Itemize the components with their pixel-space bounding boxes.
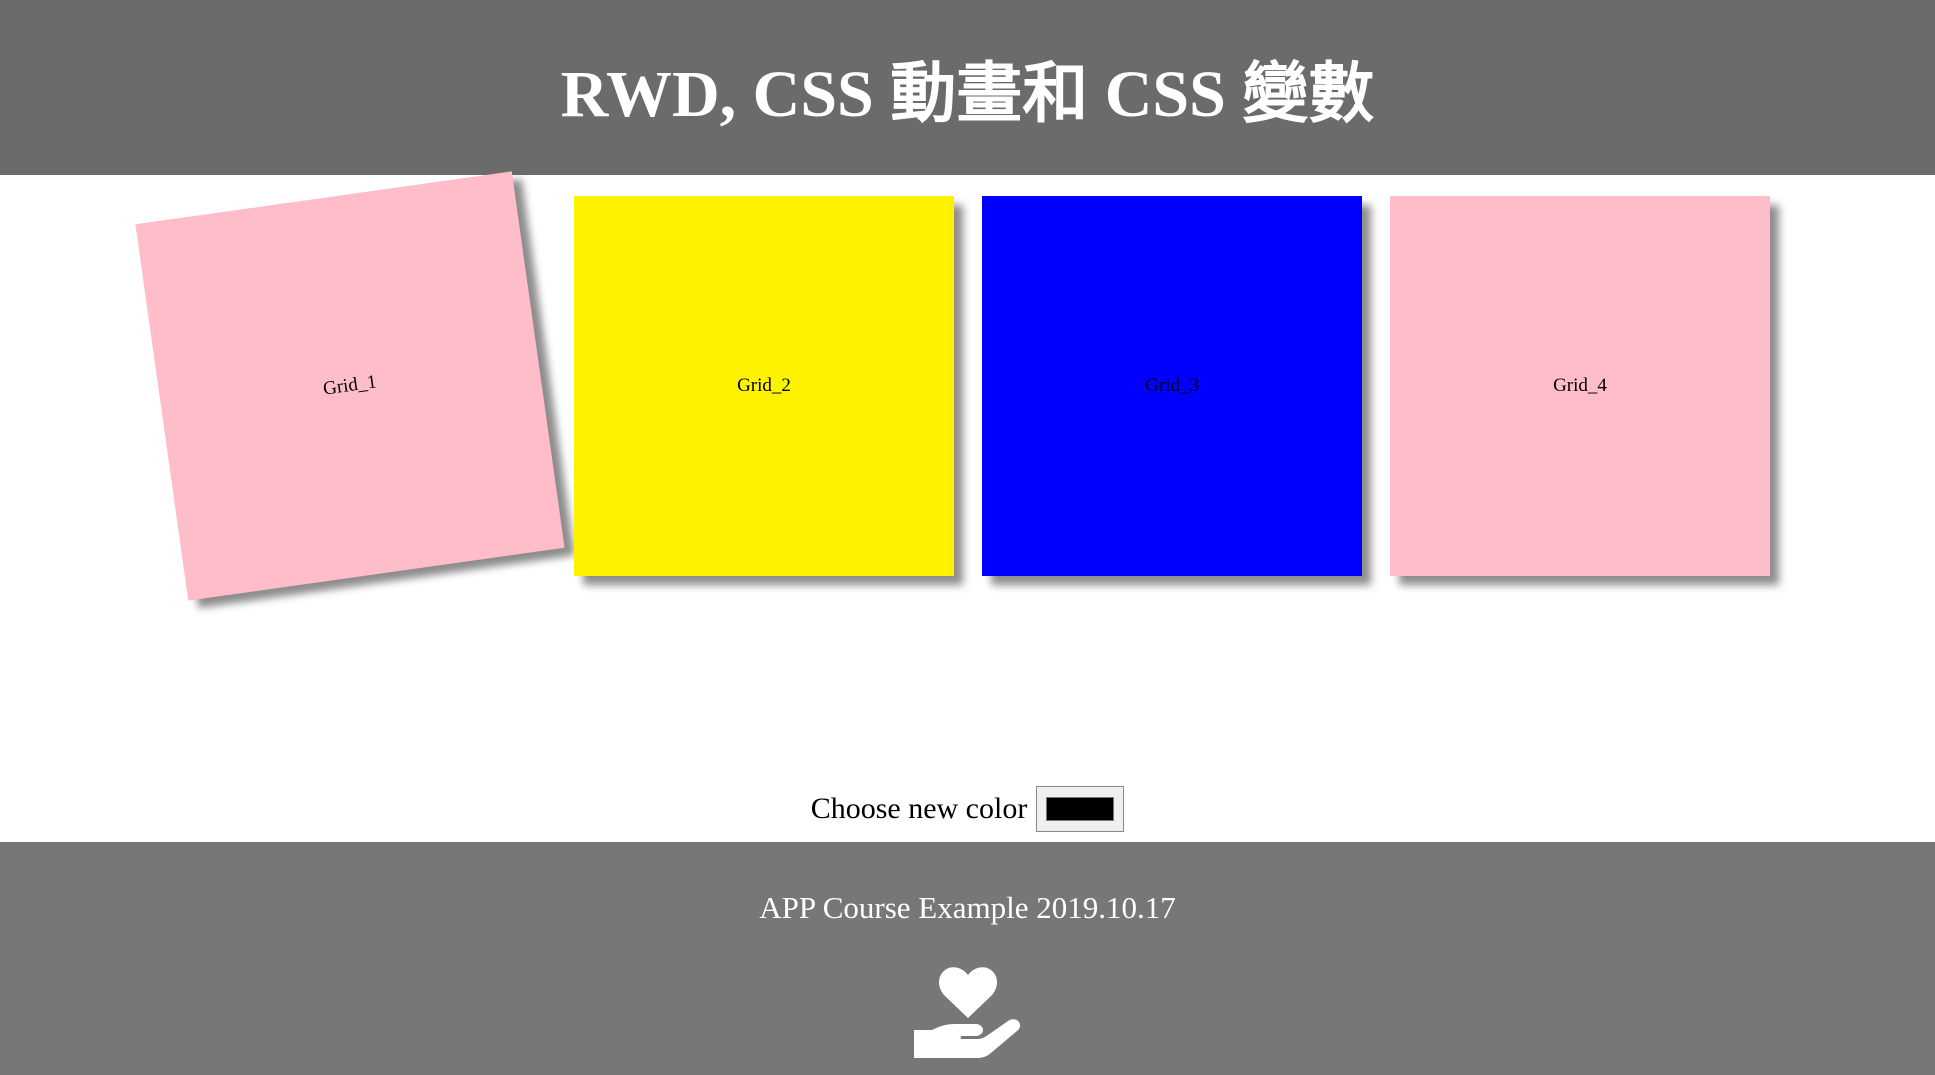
grid-tile-2[interactable]: Grid_2 <box>574 196 954 576</box>
grid-tile-label: Grid_1 <box>321 371 379 400</box>
page-footer: APP Course Example 2019.10.17 <box>0 842 1935 1075</box>
color-swatch <box>1046 797 1115 821</box>
grid-tile-label: Grid_4 <box>1553 375 1607 396</box>
color-chooser-label: Choose new color <box>810 792 1028 825</box>
grid-tile-1[interactable]: Grid_1 <box>135 171 565 601</box>
grid-container: Grid_1 Grid_2 Grid_3 Grid_4 <box>0 171 1935 842</box>
color-chooser: Choose new color <box>0 785 1935 833</box>
grid-tile-3[interactable]: Grid_3 <box>982 196 1362 576</box>
page-title: RWD, CSS 動畫和 CSS 變數 <box>560 57 1375 131</box>
grid-tile-label: Grid_2 <box>737 375 791 396</box>
footer-text: APP Course Example 2019.10.17 <box>759 890 1176 925</box>
grid-tile-label: Grid_3 <box>1145 375 1199 396</box>
color-input[interactable] <box>1036 786 1125 832</box>
page-header: RWD, CSS 動畫和 CSS 變數 <box>0 0 1935 175</box>
grid-tile-4[interactable]: Grid_4 <box>1390 196 1770 576</box>
hand-holding-heart-icon <box>914 967 1021 1058</box>
